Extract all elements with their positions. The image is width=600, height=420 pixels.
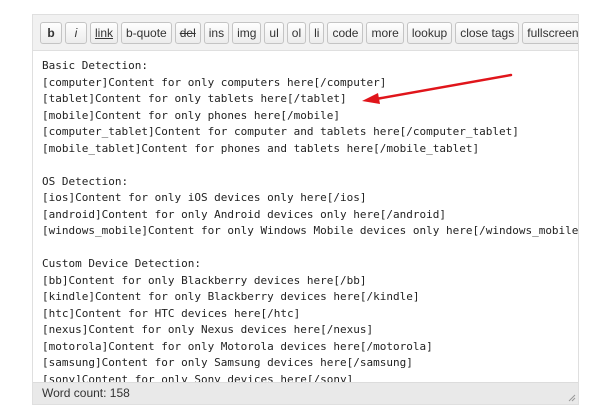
code-line: [htc]Content for HTC devices here[/htc] <box>42 306 301 320</box>
more-button[interactable]: more <box>366 21 404 44</box>
code-line: [mobile_tablet]Content for phones and ta… <box>42 141 480 155</box>
code-line: [android]Content for only Android device… <box>42 207 446 221</box>
editor-textarea[interactable]: Basic Detection: [computer]Content for on… <box>33 52 578 382</box>
link-button[interactable]: link <box>90 21 119 44</box>
list-item-button[interactable]: li <box>309 21 325 44</box>
bold-button[interactable]: b <box>40 21 62 44</box>
code-line: Basic Detection: <box>42 59 148 72</box>
fullscreen-button[interactable]: fullscreen <box>522 21 578 44</box>
code-line: [kindle]Content for only Blackberry devi… <box>42 290 420 303</box>
code-line: Custom Device Detection: <box>42 257 201 270</box>
word-count: Word count: 158 <box>42 386 130 400</box>
code-line: [ios]Content for only iOS devices only h… <box>42 191 367 204</box>
unordered-list-button[interactable]: ul <box>264 21 284 44</box>
image-button[interactable]: img <box>232 21 262 44</box>
blockquote-button[interactable]: b-quote <box>121 21 172 44</box>
editor-toolbar: b i link b-quote del ins img ul ol li code more look… <box>33 15 578 51</box>
ordered-list-button[interactable]: ol <box>286 21 307 44</box>
editor-statusbar: Word count: 158 <box>33 382 578 404</box>
italic-button[interactable]: i <box>65 21 87 44</box>
code-line: [mobile]Content for only phones here[/mo… <box>42 108 341 122</box>
resize-handle-icon[interactable] <box>566 392 576 402</box>
code-line: [sony]Content for only Sony devices here… <box>42 372 354 383</box>
code-line: [tablet]Content for only tablets here[/t… <box>42 92 347 105</box>
code-button[interactable]: code <box>327 21 364 44</box>
code-line: [bb]Content for only Blackberry devices … <box>42 273 367 287</box>
lookup-button[interactable]: lookup <box>406 21 453 44</box>
code-line: [computer]Content for only computers her… <box>42 75 387 89</box>
delete-button[interactable]: del <box>174 21 201 44</box>
close-tags-button[interactable]: close tags <box>455 21 520 44</box>
code-line: [nexus]Content for only Nexus devices he… <box>42 323 374 336</box>
text-editor: b i link b-quote del ins img ul ol li code more look… <box>32 14 579 405</box>
code-line: [samsung]Content for only Samsung device… <box>42 356 413 369</box>
insert-button[interactable]: ins <box>203 21 230 44</box>
code-line: OS Detection: <box>42 174 129 188</box>
code-line: [motorola]Content for only Motorola devi… <box>42 339 433 353</box>
code-line: [windows_mobile]Content for only Windows… <box>42 224 578 237</box>
code-line: [computer_tablet]Content for computer an… <box>42 125 519 138</box>
